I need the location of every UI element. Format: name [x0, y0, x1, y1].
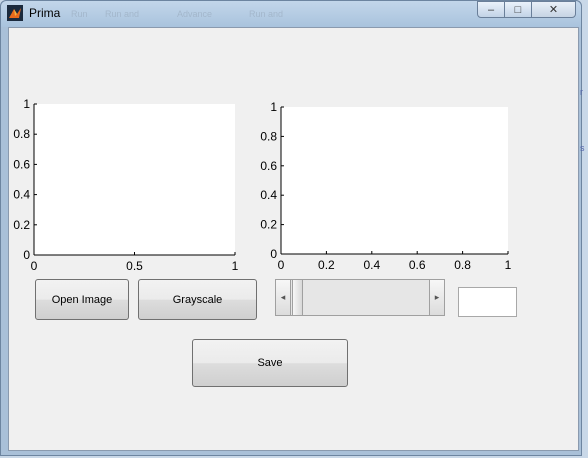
arrow-right-icon: ▸: [434, 292, 440, 302]
ghost-label: Run and: [249, 9, 284, 19]
title-bar[interactable]: Prima Run Run and Advance Run and ‒ □ ✕: [1, 1, 581, 27]
axes1-y-tick-label: 0.4: [13, 188, 30, 202]
axes2-y-tick-label: 1: [270, 100, 277, 114]
open-image-button[interactable]: Open Image: [35, 279, 129, 320]
figure-client-area: 0 0.2 0.4 0.6 0.8 1 0 0.5 1 0 0.2 0.4 0.6 0.8 1 0 0.2 0.…: [8, 27, 579, 451]
save-button[interactable]: Save: [192, 339, 348, 387]
grayscale-label: Grayscale: [172, 293, 223, 306]
axes-layer: 0 0.2 0.4 0.6 0.8 1 0 0.5 1 0 0.2 0.4 0.6 0.8 1 0 0.2 0.…: [13, 97, 511, 273]
grayscale-button[interactable]: Grayscale: [138, 279, 257, 320]
axes-1[interactable]: 0 0.2 0.4 0.6 0.8 1 0 0.5 1: [13, 97, 238, 273]
axes2-y-tick-label: 0.6: [260, 159, 277, 173]
ghost-label: Run and: [105, 9, 140, 19]
axes-2[interactable]: 0 0.2 0.4 0.6 0.8 1 0 0.2 0.4 0.6 0.8 1: [260, 100, 511, 272]
axes1-y-tick-label: 0.2: [13, 218, 30, 232]
minimize-icon: ‒: [487, 3, 495, 16]
figure-window: Prima Run Run and Advance Run and ‒ □ ✕ …: [0, 0, 585, 456]
axes1-y-tick-label: 1: [23, 97, 30, 111]
axes2-y-tick-label: 0.4: [260, 188, 277, 202]
axes1-plot-area: [34, 104, 235, 255]
axes2-y-tick-label: 0.8: [260, 129, 277, 143]
axes2-x-tick-label: 0.4: [363, 258, 380, 272]
axes1-x-tick-label: 1: [232, 259, 239, 273]
window-title: Prima: [29, 6, 61, 20]
axes2-x-tick-label: 1: [505, 258, 512, 272]
axes2-plot-area: [281, 107, 508, 254]
value-edit-box[interactable]: [458, 287, 517, 317]
save-label: Save: [257, 357, 283, 369]
axes2-y-tick-label: 0.2: [260, 218, 277, 232]
axes2-x-tick-label: 0: [278, 258, 285, 272]
axes2-x-tick-label: 0.2: [318, 258, 335, 272]
slider-thumb[interactable]: [292, 280, 303, 315]
edge-glyph: r: [580, 87, 583, 97]
edge-glyph: s: [580, 143, 585, 153]
open-image-label: Open Image: [51, 293, 113, 306]
axes1-x-tick-label: 0.5: [126, 259, 143, 273]
threshold-slider[interactable]: ◂ ▸: [275, 279, 445, 316]
minimize-button[interactable]: ‒: [477, 1, 505, 18]
ghost-label: Run: [71, 9, 88, 19]
slider-left-arrow[interactable]: ◂: [276, 280, 291, 315]
axes1-y-tick-label: 0.8: [13, 127, 30, 141]
arrow-left-icon: ◂: [280, 292, 286, 302]
maximize-icon: □: [514, 3, 522, 16]
maximize-button[interactable]: □: [504, 1, 532, 18]
axes1-y-tick-label: 0.6: [13, 157, 30, 171]
axes2-x-tick-label: 0.6: [409, 258, 426, 272]
ghost-label: Advance: [177, 9, 213, 19]
axes2-x-tick-label: 0.8: [454, 258, 471, 272]
slider-right-arrow[interactable]: ▸: [429, 280, 444, 315]
axes1-y-tick-label: 0: [23, 248, 30, 262]
axes1-x-tick-label: 0: [31, 259, 38, 273]
close-icon: ✕: [548, 4, 559, 16]
close-button[interactable]: ✕: [531, 1, 576, 18]
matlab-icon: [7, 5, 23, 21]
axes2-y-tick-label: 0: [270, 247, 277, 261]
